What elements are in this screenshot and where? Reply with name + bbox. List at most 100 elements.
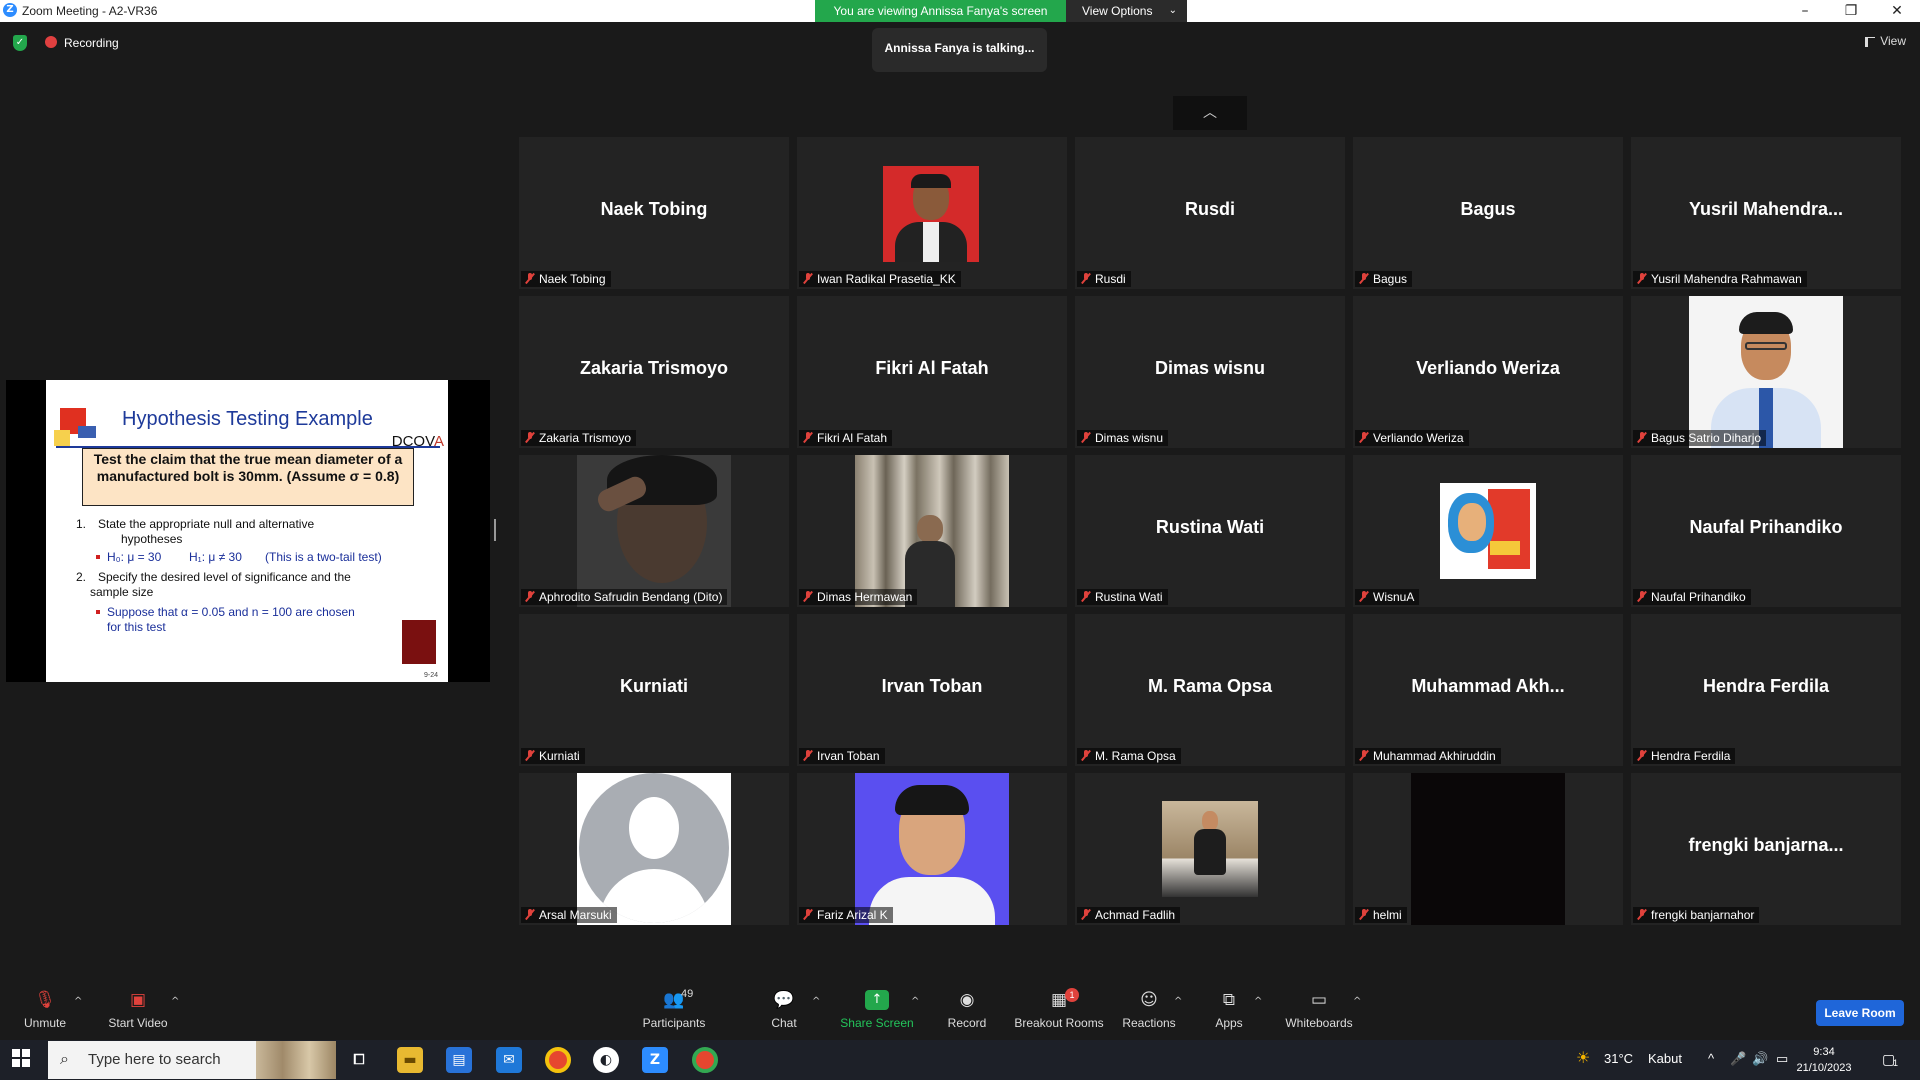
microphone-tray-icon[interactable]: 🎤 <box>1730 1051 1746 1067</box>
minimize-icon[interactable]: – <box>1782 0 1828 22</box>
participant-display-name: frengki banjarna... <box>1688 835 1844 855</box>
participant-tile[interactable]: Rustina Wati Rustina Wati <box>1075 455 1345 607</box>
video-options-caret-icon[interactable]: ^ <box>171 996 179 1007</box>
participant-nameplate: Arsal Marsuki <box>521 907 617 923</box>
participant-nameplate: Naek Tobing <box>521 271 611 287</box>
participant-tile[interactable]: Rusdi Rusdi <box>1075 137 1345 289</box>
split-view-handle[interactable] <box>494 519 496 541</box>
slide-step2-cont: sample size <box>90 585 154 599</box>
participant-nameplate: Yusril Mahendra Rahmawan <box>1633 271 1807 287</box>
slide-step1: State the appropriate null and alternati… <box>98 517 315 531</box>
participant-tile[interactable]: Fikri Al Fatah Fikri Al Fatah <box>797 296 1067 448</box>
participant-nameplate: Dimas wisnu <box>1077 430 1169 446</box>
participant-display-name: Fikri Al Fatah <box>875 358 989 378</box>
slide-h-note: (This is a two-tail test) <box>265 550 382 564</box>
participant-tile[interactable]: Bagus Satrio Diharjo <box>1631 296 1901 448</box>
record-button[interactable]: ◉ Record <box>922 990 1012 1030</box>
participant-tile[interactable]: Yusril Mahendra... Yusril Mahendra Rahmaw… <box>1631 137 1901 289</box>
participant-tile[interactable]: frengki banjarna... frengki banjarnahor <box>1631 773 1901 925</box>
participant-display-name: Irvan Toban <box>881 676 983 696</box>
share-screen-button[interactable]: ↑ Share Screen <box>832 990 922 1030</box>
whiteboards-options-caret-icon[interactable]: ^ <box>1353 996 1361 1007</box>
notifications-count: 1 <box>1893 1058 1899 1068</box>
participant-tile[interactable]: Verliando Weriza Verliando Weriza <box>1353 296 1623 448</box>
participant-tile[interactable]: helmi <box>1353 773 1623 925</box>
weather-desc[interactable]: Kabut <box>1648 1051 1682 1066</box>
participant-tile[interactable]: Dimas wisnu Dimas wisnu <box>1075 296 1345 448</box>
participant-tile[interactable]: Bagus Bagus <box>1353 137 1623 289</box>
encryption-shield-icon[interactable]: ✓ <box>13 35 27 51</box>
participant-tile[interactable]: Arsal Marsuki <box>519 773 789 925</box>
windows-start-icon[interactable] <box>12 1049 30 1067</box>
muted-mic-icon <box>1359 750 1368 761</box>
microsoft-store-icon[interactable]: ▤ <box>446 1047 472 1073</box>
file-explorer-icon[interactable]: ▬ <box>397 1047 423 1073</box>
participant-tile[interactable]: Dimas Hermawan <box>797 455 1067 607</box>
muted-mic-icon <box>1081 432 1090 443</box>
breakout-rooms-button[interactable]: ▦ 1 Breakout Rooms <box>1013 988 1105 1030</box>
close-icon[interactable]: ✕ <box>1874 0 1920 22</box>
participant-tile[interactable]: Zakaria Trismoyo Zakaria Trismoyo <box>519 296 789 448</box>
participant-tile[interactable]: Fariz Arizal K <box>797 773 1067 925</box>
mic-muted-icon: 🎙 <box>34 990 56 1010</box>
view-options-button[interactable]: View Options ⌄ <box>1066 0 1187 22</box>
record-icon: ◉ <box>959 990 975 1010</box>
participant-tile[interactable]: Aphrodito Safrudin Bendang (Dito) <box>519 455 789 607</box>
participant-photo <box>1411 773 1565 925</box>
gallery-page-up-button[interactable]: ︿ <box>1173 96 1247 130</box>
chat-label: Chat <box>771 1016 797 1030</box>
taskbar-search-box[interactable]: ⌕ Type here to search <box>48 1041 336 1079</box>
muted-mic-icon <box>1359 591 1368 602</box>
participant-name: Yusril Mahendra Rahmawan <box>1651 272 1802 286</box>
taskbar-clock[interactable]: 9:34 21/10/2023 <box>1794 1044 1854 1076</box>
slide-logo-blue <box>78 426 96 438</box>
audio-options-caret-icon[interactable]: ^ <box>74 996 82 1007</box>
participant-tile[interactable]: Achmad Fadlih <box>1075 773 1345 925</box>
participants-button[interactable]: 👥 49 Participants <box>629 988 719 1030</box>
zoom-taskbar-icon[interactable]: Z <box>642 1047 668 1073</box>
participant-tile[interactable]: Naufal Prihandiko Naufal Prihandiko <box>1631 455 1901 607</box>
participant-tile[interactable]: Irvan Toban Irvan Toban <box>797 614 1067 766</box>
participant-tile[interactable]: M. Rama Opsa M. Rama Opsa <box>1075 614 1345 766</box>
leave-room-button[interactable]: Leave Room <box>1816 1000 1904 1026</box>
share-options-caret-icon[interactable]: ^ <box>911 996 919 1007</box>
participant-tile[interactable]: Naek Tobing Naek Tobing <box>519 137 789 289</box>
mail-icon[interactable]: ✉ <box>496 1047 522 1073</box>
participant-tile[interactable]: Kurniati Kurniati <box>519 614 789 766</box>
apps-options-caret-icon[interactable]: ^ <box>1254 996 1262 1007</box>
speaker-icon[interactable]: 🔊 <box>1752 1051 1768 1067</box>
participant-name: Achmad Fadlih <box>1095 908 1176 922</box>
participant-tile[interactable]: WisnuA <box>1353 455 1623 607</box>
clock-date: 21/10/2023 <box>1796 1062 1852 1074</box>
start-video-button[interactable]: ▣ Start Video <box>93 990 183 1030</box>
recording-label[interactable]: Recording <box>64 36 119 50</box>
task-view-icon[interactable]: ⧠ <box>346 1047 372 1073</box>
slide-h1: H₁: μ ≠ 30 <box>189 550 242 564</box>
view-button[interactable]: View <box>1865 34 1906 48</box>
participant-name: Rustina Wati <box>1095 590 1163 604</box>
reactions-options-caret-icon[interactable]: ^ <box>1174 996 1182 1007</box>
participant-name: Bagus Satrio Diharjo <box>1651 431 1762 445</box>
slide-claim-box: Test the claim that the true mean diamet… <box>82 448 414 506</box>
participant-name: Muhammad Akhiruddin <box>1373 749 1496 763</box>
view-layout-icon <box>1865 36 1876 47</box>
participant-tile[interactable]: Iwan Radikal Prasetia_KK <box>797 137 1067 289</box>
participant-nameplate: Naufal Prihandiko <box>1633 589 1751 605</box>
weather-temp[interactable]: 31°C <box>1604 1051 1633 1066</box>
edge-icon[interactable]: ◐ <box>593 1047 619 1073</box>
restore-icon[interactable]: ❐ <box>1828 0 1874 22</box>
participant-name: Fikri Al Fatah <box>817 431 888 445</box>
weather-sun-icon[interactable]: ☀ <box>1576 1048 1590 1068</box>
participant-nameplate: Aphrodito Safrudin Bendang (Dito) <box>521 589 728 605</box>
participant-tile[interactable]: Muhammad Akh... Muhammad Akhiruddin <box>1353 614 1623 766</box>
participant-tile[interactable]: Hendra Ferdila Hendra Ferdila <box>1631 614 1901 766</box>
chat-options-caret-icon[interactable]: ^ <box>812 996 820 1007</box>
participant-nameplate: helmi <box>1355 907 1407 923</box>
whiteboards-button[interactable]: ▭ Whiteboards <box>1274 990 1364 1030</box>
muted-mic-icon <box>1359 432 1368 443</box>
participant-photo <box>855 455 1009 607</box>
tray-overflow-icon[interactable]: ^ <box>1708 1051 1714 1066</box>
chrome-profile-icon[interactable] <box>692 1047 718 1073</box>
network-icon[interactable]: ▭ <box>1776 1051 1788 1067</box>
chrome-icon[interactable] <box>545 1047 571 1073</box>
